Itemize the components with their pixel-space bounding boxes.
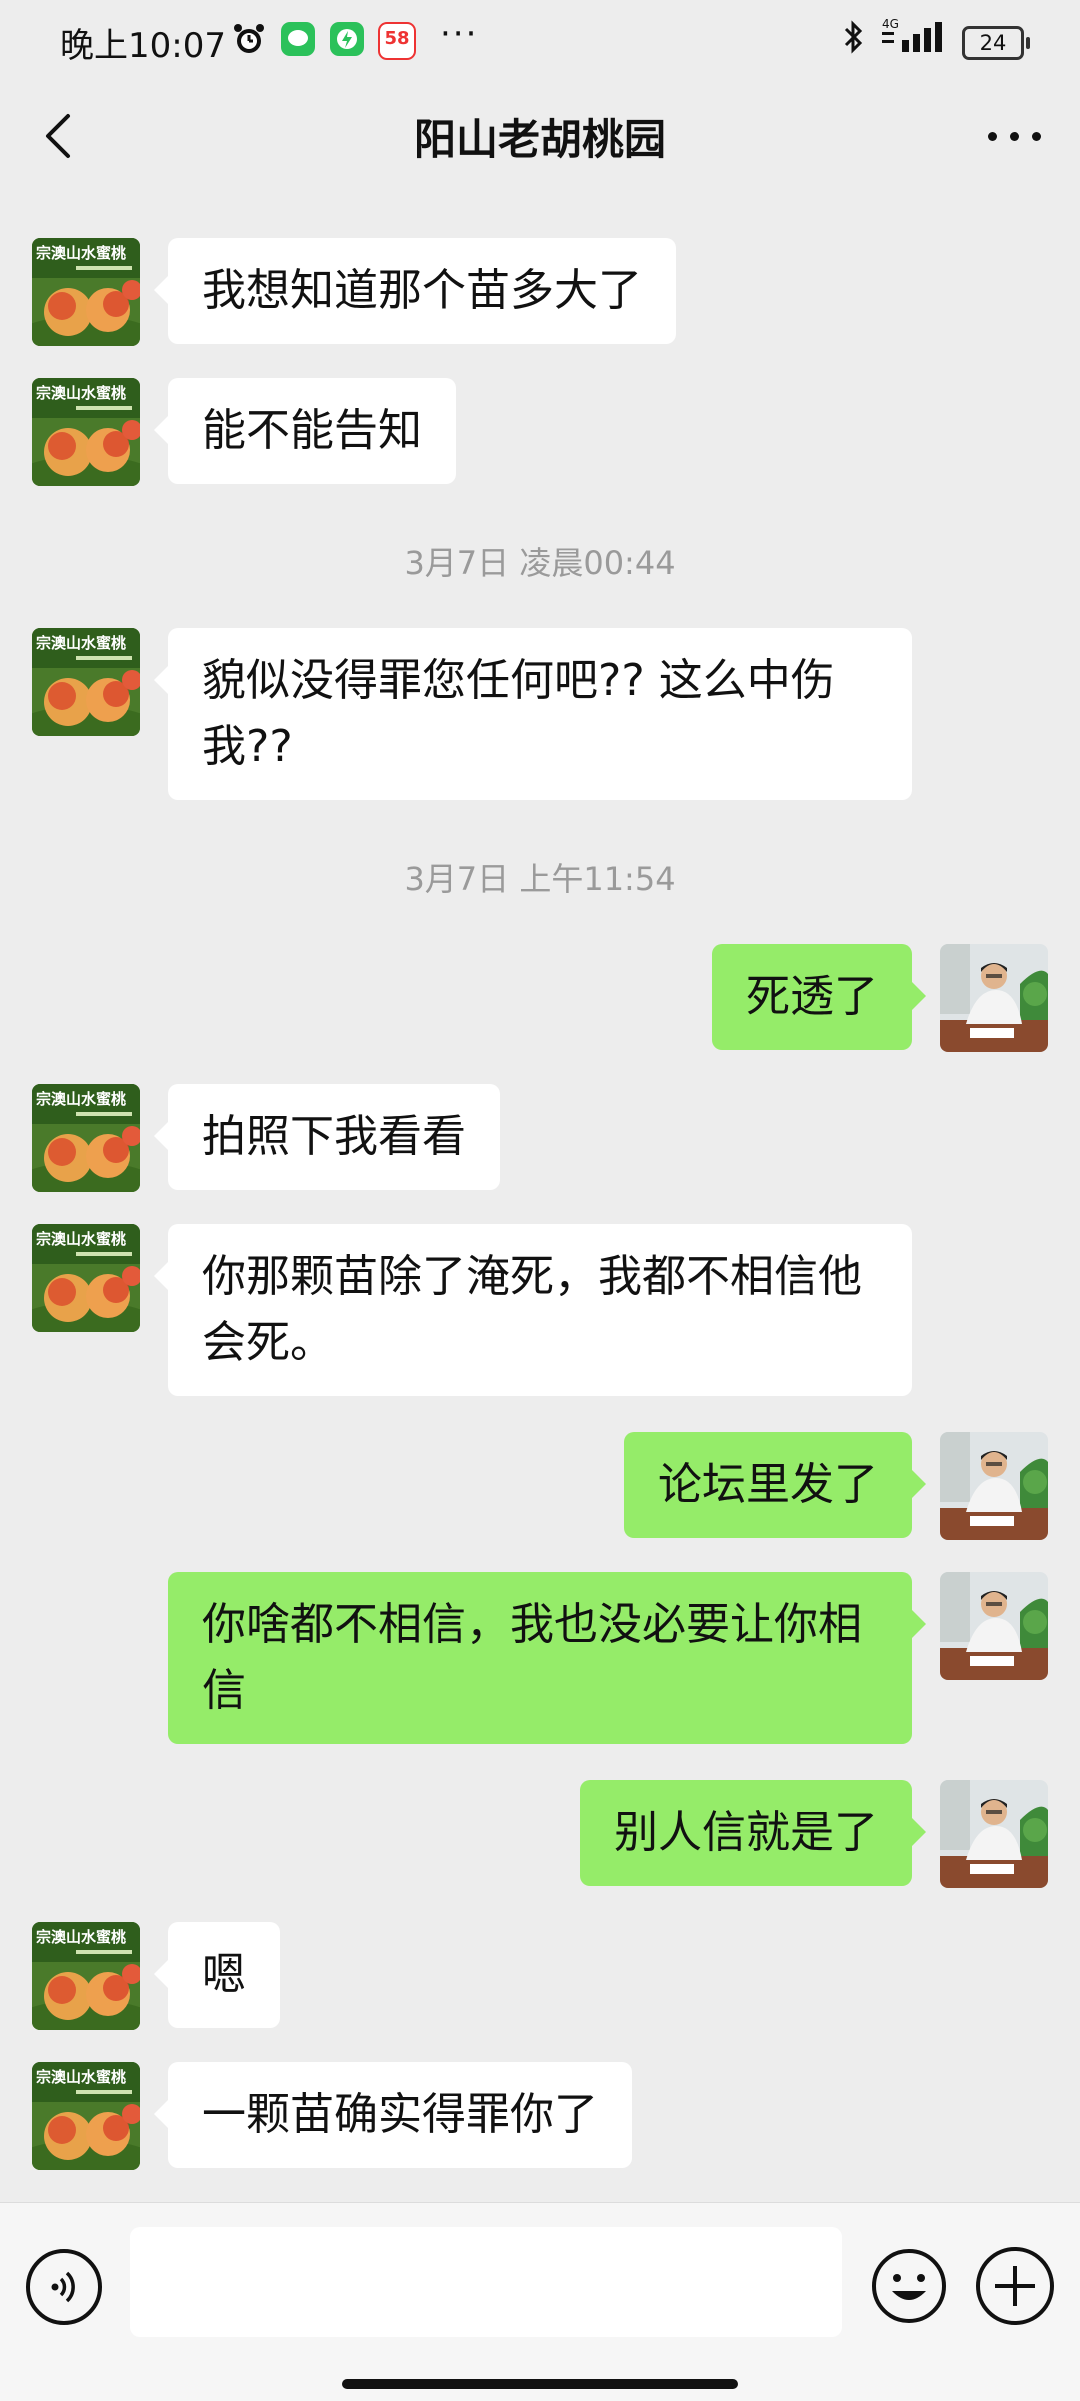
svg-text:宗澳山水蜜桃: 宗澳山水蜜桃	[36, 2068, 126, 2086]
message-bubble[interactable]: 我想知道那个苗多大了	[154, 238, 676, 344]
message-bubble[interactable]: 一颗苗确实得罪你了	[154, 2062, 632, 2168]
battery-icon: 24	[962, 26, 1030, 60]
alarm-icon	[232, 22, 266, 56]
more-dot-icon	[988, 132, 997, 141]
status-time: 晚上10:07	[60, 26, 226, 66]
status-bar: 晚上10:07 58 ··· 4G 24	[0, 0, 1080, 84]
more-dot-icon	[1032, 132, 1041, 141]
contact-avatar[interactable]: 宗澳山水蜜桃	[32, 378, 140, 486]
message-input[interactable]	[130, 2227, 842, 2337]
message-bubble[interactable]: 嗯	[154, 1922, 280, 2028]
more-options-button[interactable]	[980, 106, 1050, 166]
chat-title: 阳山老胡桃园	[413, 115, 666, 164]
contact-avatar[interactable]: 宗澳山水蜜桃	[32, 1224, 140, 1332]
contact-avatar[interactable]: 宗澳山水蜜桃	[32, 1084, 140, 1192]
message-bubble[interactable]: 你啥都不相信，我也没必要让你相信	[168, 1572, 926, 1744]
timestamp: 3月7日 凌晨00:44	[404, 544, 676, 582]
user-avatar[interactable]	[940, 1572, 1048, 1680]
message-bubble[interactable]: 死透了	[712, 944, 926, 1050]
message-bubble[interactable]: 拍照下我看看	[154, 1084, 500, 1190]
home-indicator[interactable]	[342, 2379, 738, 2389]
contact-avatar[interactable]: 宗澳山水蜜桃	[32, 628, 140, 736]
timestamp: 3月7日 上午11:54	[404, 860, 676, 898]
emoji-icon	[872, 2249, 946, 2323]
svg-text:宗澳山水蜜桃: 宗澳山水蜜桃	[36, 1928, 126, 1946]
voice-input-button[interactable]	[26, 2249, 102, 2325]
message-bubble[interactable]: 别人信就是了	[580, 1780, 926, 1886]
svg-text:宗澳山水蜜桃: 宗澳山水蜜桃	[36, 244, 126, 262]
svg-text:宗澳山水蜜桃: 宗澳山水蜜桃	[36, 634, 126, 652]
message-bubble[interactable]: 能不能告知	[154, 378, 456, 484]
58-app-icon: 58	[378, 22, 416, 60]
network-type: 4G	[882, 18, 899, 31]
message-bubble[interactable]: 貌似没得罪您任何吧?? 这么中伤我??	[154, 628, 912, 800]
svg-text:宗澳山水蜜桃: 宗澳山水蜜桃	[36, 1230, 126, 1248]
add-attachment-button[interactable]	[976, 2247, 1054, 2325]
user-avatar[interactable]	[940, 1432, 1048, 1540]
more-notifications-icon: ···	[440, 14, 479, 54]
message-bubble[interactable]: 你那颗苗除了淹死，我都不相信他会死。	[154, 1224, 912, 1396]
user-avatar[interactable]	[940, 944, 1048, 1052]
voice-icon	[51, 2271, 75, 2303]
more-dot-icon	[1010, 132, 1019, 141]
contact-avatar[interactable]: 宗澳山水蜜桃	[32, 238, 140, 346]
chat-header: 阳山老胡桃园	[0, 84, 1080, 188]
charging-app-icon	[330, 22, 364, 56]
contact-avatar[interactable]: 宗澳山水蜜桃	[32, 2062, 140, 2170]
user-avatar[interactable]	[940, 1780, 1048, 1888]
input-bar	[0, 2202, 1080, 2401]
bluetooth-icon	[840, 20, 866, 62]
emoji-button[interactable]	[870, 2247, 948, 2325]
wechat-notification-icon	[281, 22, 315, 56]
signal-icon: 4G	[880, 17, 950, 54]
message-bubble[interactable]: 论坛里发了	[624, 1432, 926, 1538]
svg-text:宗澳山水蜜桃: 宗澳山水蜜桃	[36, 384, 126, 402]
contact-avatar[interactable]: 宗澳山水蜜桃	[32, 1922, 140, 2030]
svg-text:宗澳山水蜜桃: 宗澳山水蜜桃	[36, 1090, 126, 1108]
